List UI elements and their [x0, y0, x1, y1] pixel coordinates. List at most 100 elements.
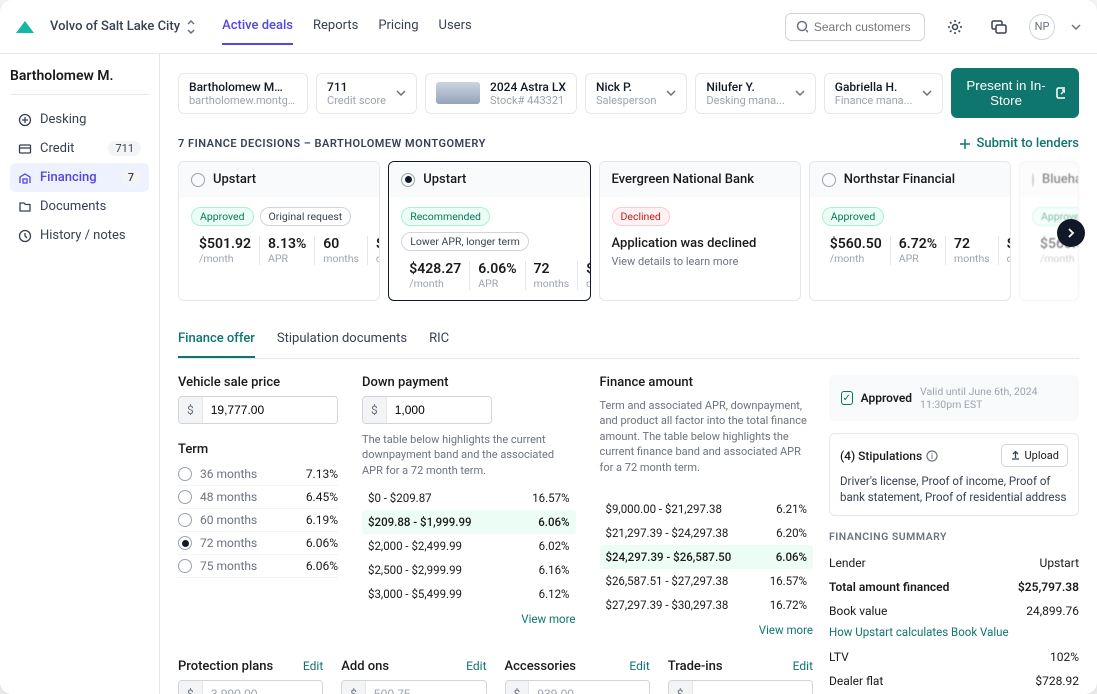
ctx-finance-mgr[interactable]: Gabriella H.Finance mana...: [824, 73, 944, 114]
check-icon: ✓: [841, 391, 853, 405]
metric-label: /month: [199, 252, 251, 265]
mini-input[interactable]: $: [505, 680, 650, 694]
mini-input[interactable]: $: [178, 680, 323, 694]
chevron-down-icon[interactable]: [1071, 22, 1081, 32]
metric-label: months: [954, 252, 990, 265]
sum-key: Total amount financed: [829, 580, 949, 594]
chevron-down-icon: [396, 88, 406, 98]
mini-label: Accessories: [505, 659, 576, 674]
ctx-fin-name: Gabriella H.: [835, 80, 913, 94]
metric-value: 8.13%: [268, 236, 306, 252]
ctx-credit[interactable]: 711Credit score: [316, 73, 417, 114]
tab-active-deals[interactable]: Active deals: [222, 8, 293, 45]
sum-val: $25,797.38: [1018, 580, 1079, 594]
search-box[interactable]: [785, 13, 925, 41]
sidebar-item-history[interactable]: History / notes: [10, 221, 149, 250]
term-apr: 6.19%: [306, 513, 338, 527]
radio-icon[interactable]: [401, 173, 415, 187]
finance-card-2[interactable]: Evergreen National BankDeclinedApplicati…: [599, 161, 801, 301]
lender-name: Upstart: [423, 172, 466, 187]
term-option-2[interactable]: 60 months 6.19%: [178, 509, 338, 532]
tab-finance-offer[interactable]: Finance offer: [178, 321, 255, 358]
avatar[interactable]: NP: [1029, 14, 1055, 40]
nav-tabs: Active deals Reports Pricing Users: [222, 8, 472, 45]
ctx-salesperson[interactable]: Nick P.Salesperson: [585, 73, 687, 114]
metric-label: APR: [899, 252, 937, 265]
term-duration: 75 months: [200, 559, 257, 573]
ctx-customer-name: Bartholomew Montgomery: [189, 80, 289, 94]
metric-value: $501.92: [199, 236, 251, 252]
tab-users[interactable]: Users: [439, 8, 472, 45]
tab-reports[interactable]: Reports: [313, 8, 358, 45]
decisions-title: 7 FINANCE DECISIONS – BARTHOLOMEW MONTGO…: [178, 137, 486, 150]
sidebar-item-documents[interactable]: Documents: [10, 192, 149, 221]
ctx-customer[interactable]: Bartholomew Montgomerybartholomew.montgo…: [178, 73, 308, 114]
down-payment-input[interactable]: $: [362, 396, 492, 424]
ctx-sales-name: Nick P.: [596, 80, 656, 94]
band-row: $209.88 - $1,999.996.06%: [362, 510, 576, 534]
mini-label: Add ons: [341, 659, 389, 674]
finance-cards-row: UpstartApprovedOriginal request$501.92/m…: [178, 161, 1079, 301]
sidebar-item-desking[interactable]: Desking: [10, 105, 149, 134]
view-more-down[interactable]: View more: [362, 612, 576, 626]
present-in-store-button[interactable]: Present in In-Store: [951, 68, 1079, 118]
metric-value: $428.27: [409, 261, 461, 277]
view-more-fin[interactable]: View more: [600, 623, 814, 637]
mini-input[interactable]: $: [341, 680, 486, 694]
context-row: Bartholomew Montgomerybartholomew.montgo…: [178, 68, 1079, 118]
tab-ric[interactable]: RIC: [429, 321, 449, 358]
radio-icon[interactable]: [1032, 173, 1034, 187]
metric-value: 60: [323, 236, 359, 252]
edit-link[interactable]: Edit: [629, 659, 649, 673]
finance-card-0[interactable]: UpstartApprovedOriginal request$501.92/m…: [178, 161, 380, 301]
edit-link[interactable]: Edit: [793, 659, 813, 673]
finance-card-3[interactable]: Northstar FinancialApproved$560.50/month…: [809, 161, 1011, 301]
band-row: $2,000 - $2,499.996.02%: [362, 534, 576, 558]
term-duration: 60 months: [200, 513, 257, 527]
upload-button[interactable]: Upload: [1001, 444, 1068, 467]
submit-to-lenders-link[interactable]: Submit to lenders: [959, 136, 1079, 151]
band-range: $2,000 - $2,499.99: [368, 539, 462, 553]
radio-icon[interactable]: [822, 173, 836, 187]
ctx-desking-mgr[interactable]: Nilufer Y.Desking mana...: [695, 73, 815, 114]
mini-section-3: Trade-insEdit$0 applied: [668, 659, 813, 694]
band-range: $27,297.39 - $30,297.38: [606, 598, 729, 612]
edit-link[interactable]: Edit: [303, 659, 323, 673]
decisions-header: 7 FINANCE DECISIONS – BARTHOLOMEW MONTGO…: [178, 136, 1079, 151]
radio-icon: [178, 513, 192, 527]
band-row: $9,000.00 - $21,297.386.21%: [600, 497, 814, 521]
settings-icon[interactable]: [941, 13, 969, 41]
summary-row: Total amount financed $25,797.38: [829, 575, 1079, 599]
edit-link[interactable]: Edit: [466, 659, 486, 673]
chat-icon[interactable]: [985, 13, 1013, 41]
book-value-link[interactable]: How Upstart calculates Book Value: [829, 625, 1079, 639]
term-option-4[interactable]: 75 months6.06%: [178, 555, 338, 578]
ctx-fin-role: Finance mana...: [835, 94, 913, 107]
scroll-next-icon[interactable]: [1057, 219, 1085, 247]
dealer-selector[interactable]: Volvo of Salt Lake City: [50, 19, 196, 34]
finance-card-1[interactable]: UpstartRecommendedLower APR, longer term…: [388, 161, 590, 301]
band-row: $27,297.39 - $30,297.3816.72%: [600, 593, 814, 617]
sidebar-item-financing[interactable]: Financing 7: [10, 163, 149, 192]
tab-pricing[interactable]: Pricing: [378, 8, 418, 45]
term-duration: 72 months: [200, 536, 257, 550]
mini-section-1: Add onsEdit$1 applied: [341, 659, 486, 694]
term-option-0[interactable]: 36 months7.13%: [178, 463, 338, 486]
sale-price-input[interactable]: $: [178, 396, 338, 424]
radio-icon: [178, 490, 192, 504]
ctx-vehicle[interactable]: 2024 Astra LXStock# 443321: [425, 73, 577, 114]
lender-name: Northstar Financial: [844, 172, 955, 187]
sidebar-item-credit[interactable]: Credit 711: [10, 134, 149, 163]
term-option-3[interactable]: 72 months6.06%: [178, 532, 338, 555]
status-chip: Lower APR, longer term: [401, 232, 529, 251]
currency-icon: $: [179, 397, 203, 423]
mini-label: Trade-ins: [668, 659, 723, 674]
mini-input[interactable]: $: [668, 680, 813, 694]
band-apr: 16.57%: [532, 491, 569, 505]
term-option-1[interactable]: 48 months6.45%: [178, 486, 338, 509]
metric-label: /month: [409, 277, 461, 290]
radio-icon[interactable]: [191, 173, 205, 187]
tab-stip-docs[interactable]: Stipulation documents: [277, 321, 407, 358]
search-input[interactable]: [814, 20, 914, 34]
metric-label: APR: [268, 252, 306, 265]
